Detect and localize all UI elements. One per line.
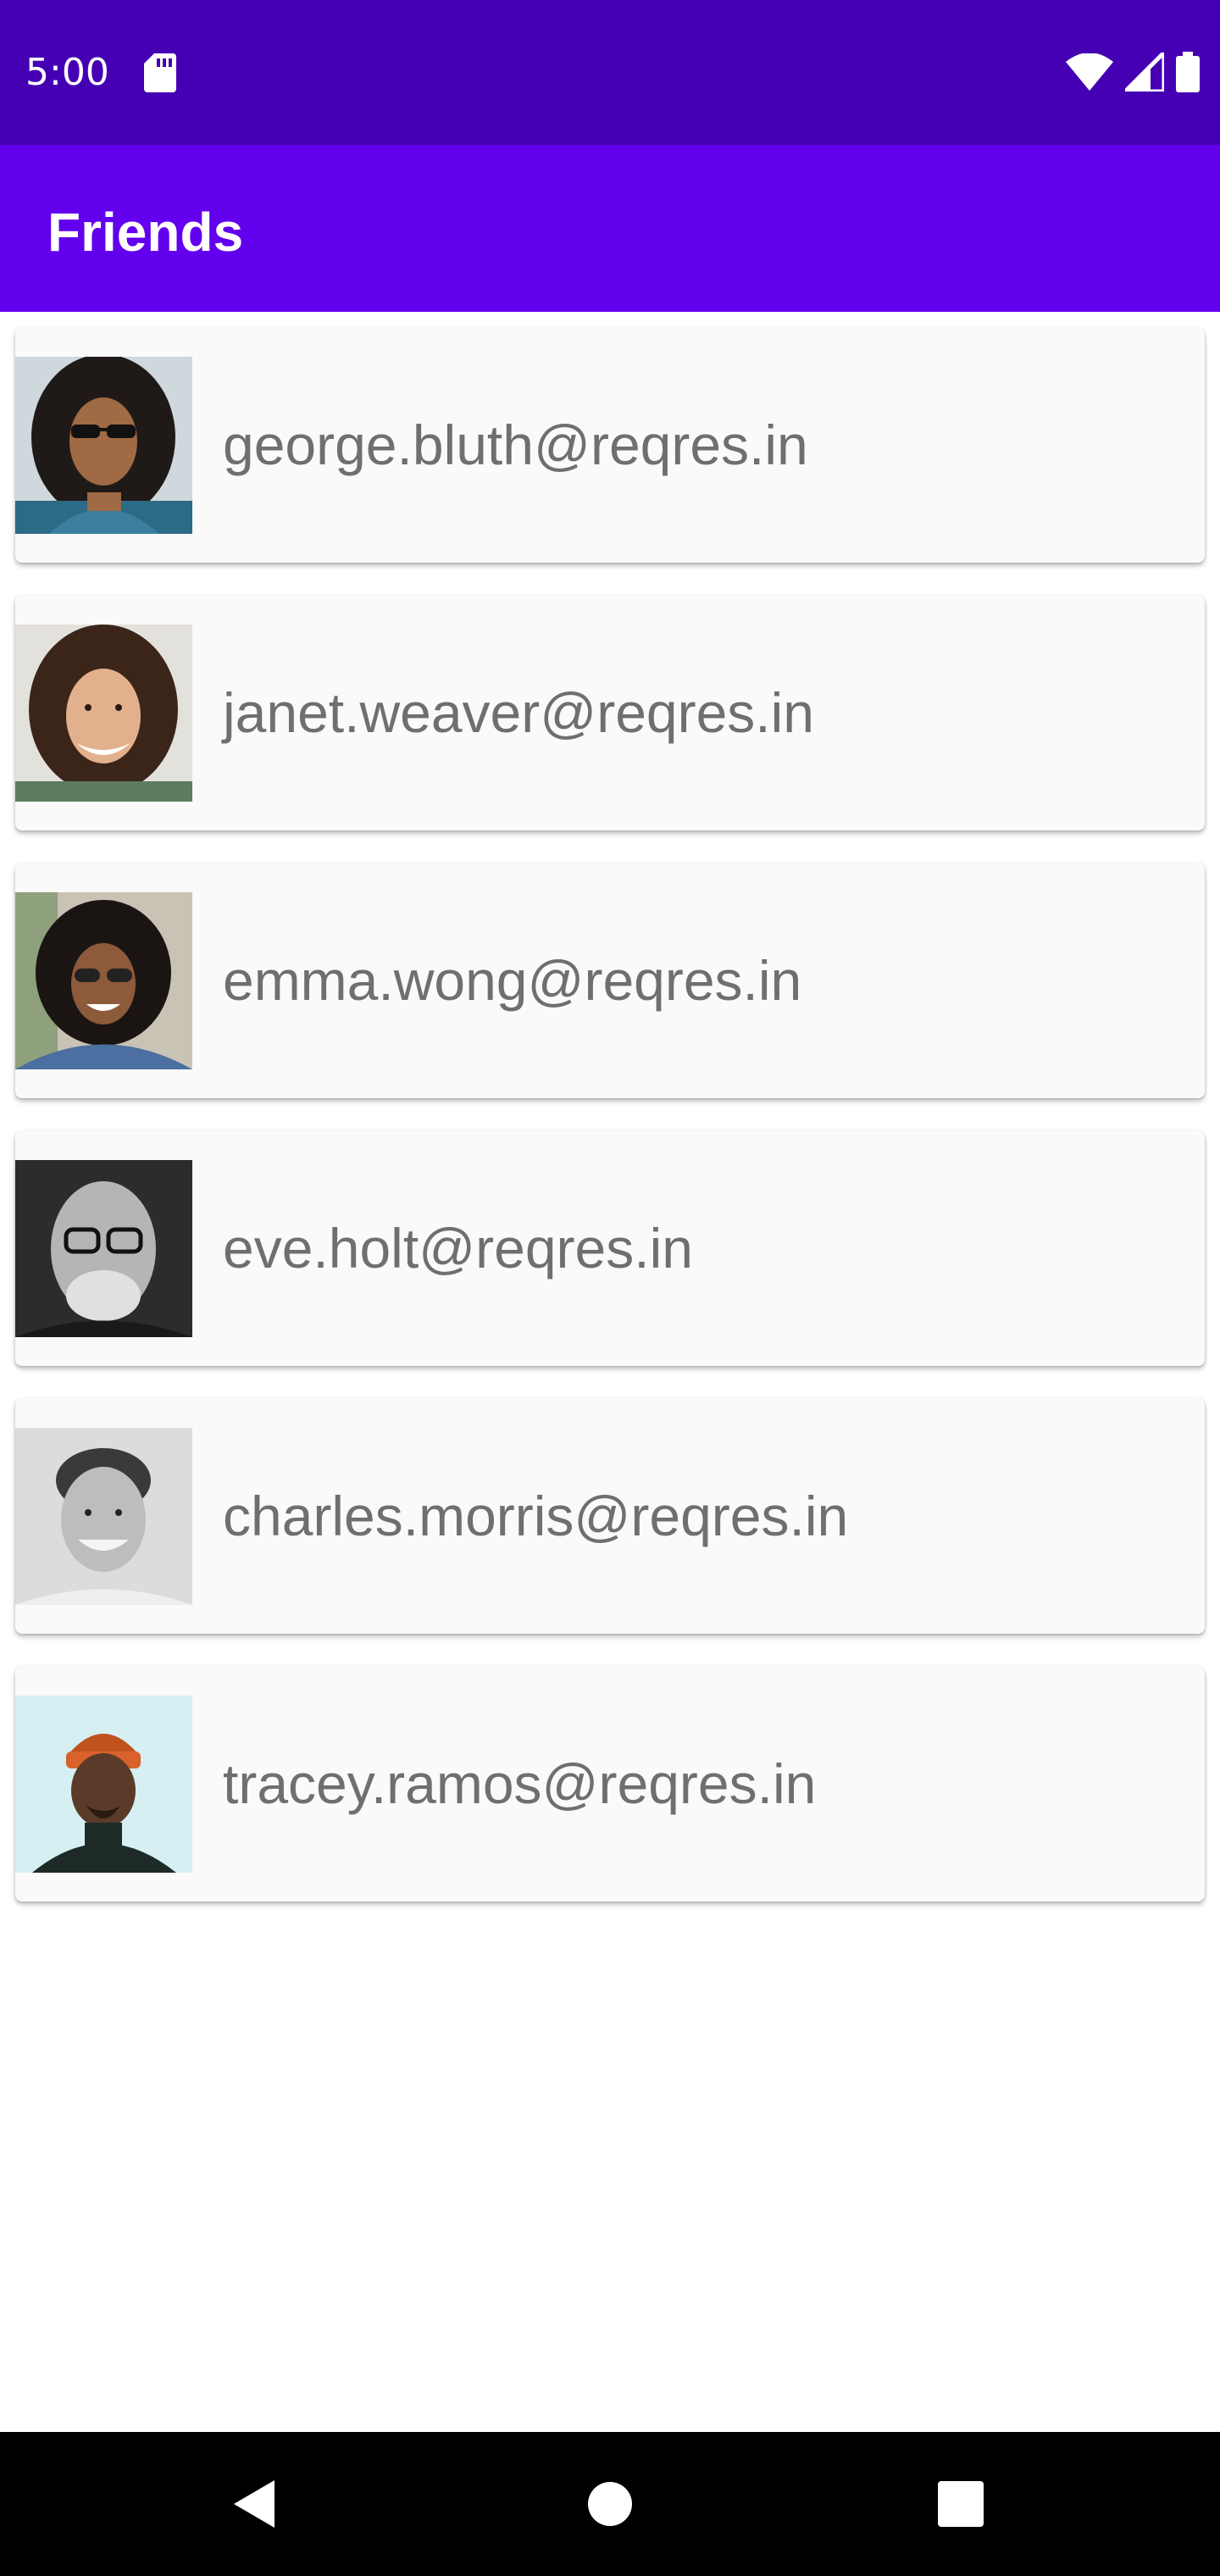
sd-card-icon (144, 53, 176, 92)
avatar (15, 1428, 192, 1605)
battery-icon (1176, 52, 1200, 92)
home-icon (588, 2482, 632, 2526)
back-icon (234, 2480, 274, 2528)
page-title: Friends (47, 202, 244, 263)
friend-email: charles.morris@reqres.in (223, 1485, 849, 1547)
friend-list: george.bluth@reqres.in janet.weaver@reqr… (15, 327, 1205, 1934)
friend-email: janet.weaver@reqres.in (223, 681, 814, 744)
app-bar: Friends (0, 145, 1220, 312)
friend-card[interactable]: eve.holt@reqres.in (15, 1130, 1205, 1366)
friend-card[interactable]: emma.wong@reqres.in (15, 863, 1205, 1098)
recents-button[interactable] (927, 2470, 995, 2538)
friend-email: emma.wong@reqres.in (223, 949, 802, 1012)
avatar (15, 357, 192, 534)
friend-email: george.bluth@reqres.in (223, 414, 808, 476)
avatar (15, 1696, 192, 1873)
status-icons (1066, 51, 1200, 93)
navigation-bar (0, 2432, 1220, 2576)
status-bar: 5:00 (0, 0, 1220, 145)
status-time: 5:00 (25, 51, 109, 94)
friend-email: eve.holt@reqres.in (223, 1217, 693, 1280)
avatar (15, 1160, 192, 1337)
friend-card[interactable]: janet.weaver@reqres.in (15, 595, 1205, 830)
cell-signal-icon (1125, 53, 1164, 92)
recents-icon (938, 2481, 984, 2527)
friend-card[interactable]: tracey.ramos@reqres.in (15, 1666, 1205, 1901)
friend-email: tracey.ramos@reqres.in (223, 1752, 817, 1815)
wifi-icon (1066, 53, 1113, 91)
back-button[interactable] (220, 2470, 288, 2538)
friend-card[interactable]: charles.morris@reqres.in (15, 1398, 1205, 1634)
home-button[interactable] (576, 2470, 644, 2538)
avatar (15, 892, 192, 1069)
friend-card[interactable]: george.bluth@reqres.in (15, 327, 1205, 563)
avatar (15, 625, 192, 802)
